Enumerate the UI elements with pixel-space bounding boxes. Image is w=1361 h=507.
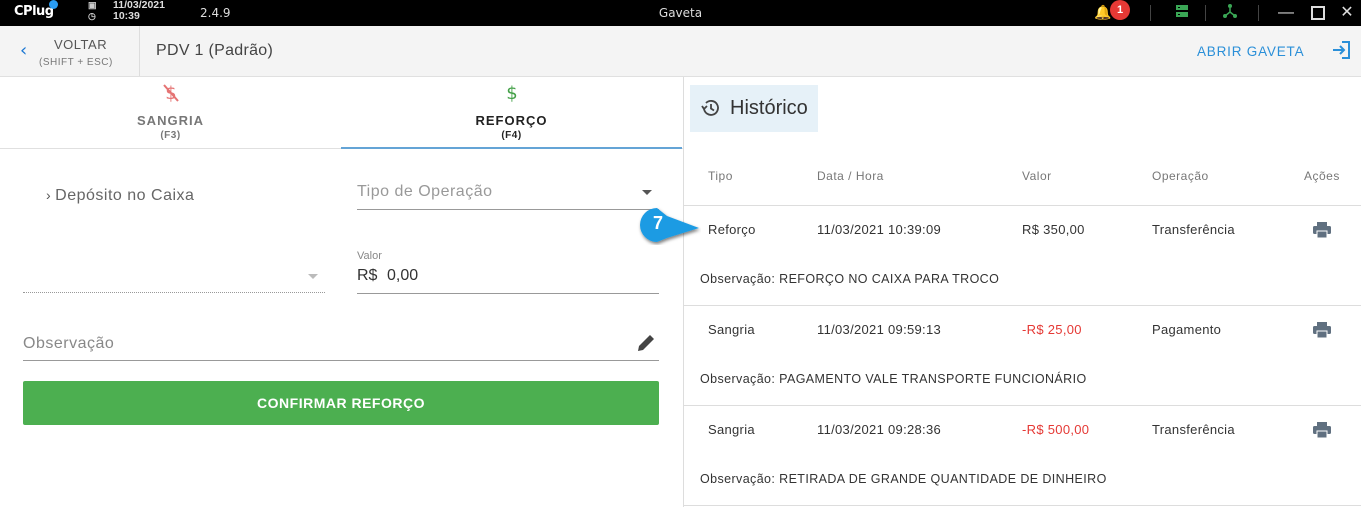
row-observation: Observação: PAGAMENTO VALE TRANSPORTE FU… [700, 372, 1087, 386]
value-label: Valor [357, 250, 382, 262]
operation-panel: $ SANGRIA (F3) $ REFORÇO (F4) ›Depósito … [0, 77, 683, 507]
divider [1205, 5, 1206, 21]
divider [1150, 5, 1151, 21]
dropdown-arrow-icon [642, 190, 652, 195]
divider [684, 505, 1361, 506]
pencil-icon[interactable] [635, 332, 657, 354]
disabled-select [23, 257, 325, 293]
tab-sangria-shortcut: (F3) [160, 130, 181, 141]
row-observation: Observação: REFORÇO NO CAIXA PARA TROCO [700, 272, 1000, 286]
dropdown-arrow-icon [308, 274, 318, 279]
history-title: Histórico [730, 97, 808, 119]
currency-prefix: R$ [357, 267, 378, 284]
history-header: Histórico [690, 85, 818, 132]
observation-placeholder: Observação [23, 335, 115, 352]
column-header-datetime: Data / Hora [817, 169, 884, 183]
row-valor: -R$ 25,00 [1022, 322, 1082, 337]
close-button[interactable]: ✕ [1336, 2, 1358, 24]
network-icon[interactable] [1222, 3, 1238, 22]
time-text: 10:39 [113, 10, 140, 22]
divider [684, 205, 1361, 206]
svg-text:$: $ [506, 83, 517, 104]
chevron-right-icon: › [46, 187, 52, 203]
money-icon: $ [341, 82, 682, 110]
column-header-operacao: Operação [1152, 169, 1209, 183]
exit-icon[interactable] [1330, 39, 1352, 61]
divider [1258, 5, 1259, 21]
value-field[interactable]: Valor R$ 0,00 [357, 247, 659, 294]
app-logo: CPlug [14, 0, 58, 19]
money-off-icon: $ [0, 82, 341, 110]
divider [684, 405, 1361, 406]
tab-sangria-label: SANGRIA [137, 113, 204, 128]
operation-type-select[interactable]: Tipo de Operação [357, 177, 659, 210]
page-header: ‹ VOLTAR (SHIFT + ESC) PDV 1 (Padrão) AB… [0, 26, 1361, 77]
row-operacao: Transferência [1152, 422, 1235, 437]
column-header-acoes: Ações [1304, 169, 1340, 183]
row-datetime: 11/03/2021 09:28:36 [817, 422, 942, 437]
back-label: VOLTAR [54, 37, 108, 52]
row-valor: -R$ 500,00 [1022, 422, 1090, 437]
tab-reforco[interactable]: $ REFORÇO (F4) [341, 77, 682, 149]
printer-icon[interactable] [1312, 220, 1332, 240]
tab-reforco-label: REFORÇO [475, 113, 548, 128]
bell-icon[interactable]: 🔔 [1094, 4, 1111, 21]
row-observation: Observação: RETIRADA DE GRANDE QUANTIDAD… [700, 472, 1107, 486]
printer-icon[interactable] [1312, 320, 1332, 340]
value-input[interactable]: 0,00 [387, 267, 418, 285]
observation-field[interactable]: Observação [23, 327, 659, 361]
deposit-selector[interactable]: › Depósito no Caixa [46, 187, 194, 205]
pdv-title: PDV 1 (Padrão) [156, 42, 274, 59]
column-header-tipo: Tipo [708, 169, 733, 183]
minimize-button[interactable]: — [1275, 2, 1297, 24]
row-tipo: Sangria [708, 322, 755, 337]
back-button[interactable]: ‹ VOLTAR (SHIFT + ESC) [0, 26, 140, 76]
notification-badge[interactable]: 1 [1110, 0, 1130, 20]
row-tipo: Reforço [708, 222, 756, 237]
history-icon [700, 97, 722, 119]
back-shortcut: (SHIFT + ESC) [39, 57, 113, 68]
calendar-icon: ▣ [88, 0, 97, 10]
divider [684, 305, 1361, 306]
version-label: 2.4.9 [200, 6, 231, 20]
datetime-display: ▣ 11/03/2021 ◷ 10:39 [88, 0, 165, 22]
deposit-label: Depósito no Caixa [55, 187, 195, 204]
operation-type-placeholder: Tipo de Operação [357, 183, 493, 200]
row-operacao: Transferência [1152, 222, 1235, 237]
clock-icon: ◷ [88, 11, 96, 21]
confirm-reforco-button[interactable]: CONFIRMAR REFORÇO [23, 381, 659, 425]
row-valor: R$ 350,00 [1022, 222, 1085, 237]
printer-icon[interactable] [1312, 420, 1332, 440]
column-header-valor: Valor [1022, 169, 1052, 183]
row-datetime: 11/03/2021 09:59:13 [817, 322, 942, 337]
row-operacao: Pagamento [1152, 322, 1222, 337]
title-bar: CPlug ▣ 11/03/2021 ◷ 10:39 2.4.9 Gaveta 🔔 … [0, 0, 1361, 26]
server-icon[interactable] [1175, 3, 1189, 22]
chevron-left-icon: ‹ [20, 40, 28, 61]
row-datetime: 11/03/2021 10:39:09 [817, 222, 942, 237]
row-tipo: Sangria [708, 422, 755, 437]
history-panel: Histórico Tipo Data / Hora Valor Operaçã… [684, 77, 1361, 507]
callout-number: 7 [652, 213, 663, 233]
tab-reforco-shortcut: (F4) [501, 130, 522, 141]
open-drawer-button[interactable]: ABRIR GAVETA [1197, 44, 1304, 59]
tutorial-callout: 7 [637, 205, 701, 245]
maximize-button[interactable] [1307, 2, 1329, 24]
tab-bar: $ SANGRIA (F3) $ REFORÇO (F4) [0, 77, 683, 149]
tab-sangria[interactable]: $ SANGRIA (F3) [0, 77, 341, 149]
